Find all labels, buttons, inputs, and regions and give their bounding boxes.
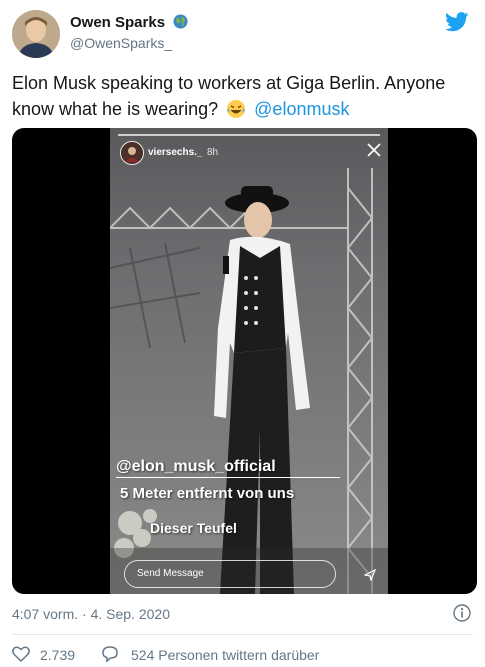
overlay-underline bbox=[116, 477, 340, 478]
overlay-mention: @elon_musk_official bbox=[116, 458, 276, 475]
overlay-caption-2: Dieser Teufel bbox=[150, 520, 237, 536]
close-icon[interactable] bbox=[366, 142, 382, 158]
twitter-bird-icon[interactable] bbox=[445, 12, 469, 32]
send-message-input[interactable]: Send Message bbox=[124, 560, 336, 588]
talking-count[interactable]: 524 Personen twittern darüber bbox=[131, 647, 319, 663]
mention-link[interactable]: @elonmusk bbox=[254, 99, 349, 119]
author-avatar[interactable] bbox=[12, 10, 60, 58]
send-icon[interactable] bbox=[364, 569, 376, 581]
laughing-tears-emoji-icon bbox=[226, 99, 246, 126]
author-handle[interactable]: @OwenSparks_ bbox=[70, 35, 172, 51]
tweet-timestamp[interactable]: 4:07 vorm. · 4. Sep. 2020 bbox=[12, 606, 170, 622]
story-progress-bar bbox=[118, 134, 380, 136]
story-frame[interactable]: viersechs._ 8h @elon_musk_official 5 Met… bbox=[110, 128, 388, 594]
author-name-text[interactable]: Owen Sparks bbox=[70, 14, 165, 31]
send-message-placeholder: Send Message bbox=[137, 568, 204, 579]
info-icon[interactable] bbox=[453, 604, 471, 622]
overlay-caption: 5 Meter entfernt von uns bbox=[120, 485, 295, 502]
video-player[interactable]: viersechs._ 8h @elon_musk_official 5 Met… bbox=[12, 128, 477, 594]
story-avatar[interactable] bbox=[120, 141, 144, 165]
like-count[interactable]: 2.739 bbox=[40, 647, 75, 663]
divider bbox=[12, 634, 473, 635]
heart-icon[interactable] bbox=[12, 646, 30, 662]
story-time: 8h bbox=[207, 147, 219, 158]
tweet-text: Elon Musk speaking to workers at Giga Be… bbox=[12, 70, 472, 126]
tweet-card: Owen Sparks @OwenSparks_ Elon Musk speak… bbox=[0, 0, 485, 667]
story-username[interactable]: viersechs._ bbox=[148, 147, 203, 158]
globe-emoji-icon bbox=[173, 14, 188, 33]
speech-bubble-icon[interactable] bbox=[101, 645, 119, 663]
author-name[interactable]: Owen Sparks bbox=[70, 14, 188, 33]
